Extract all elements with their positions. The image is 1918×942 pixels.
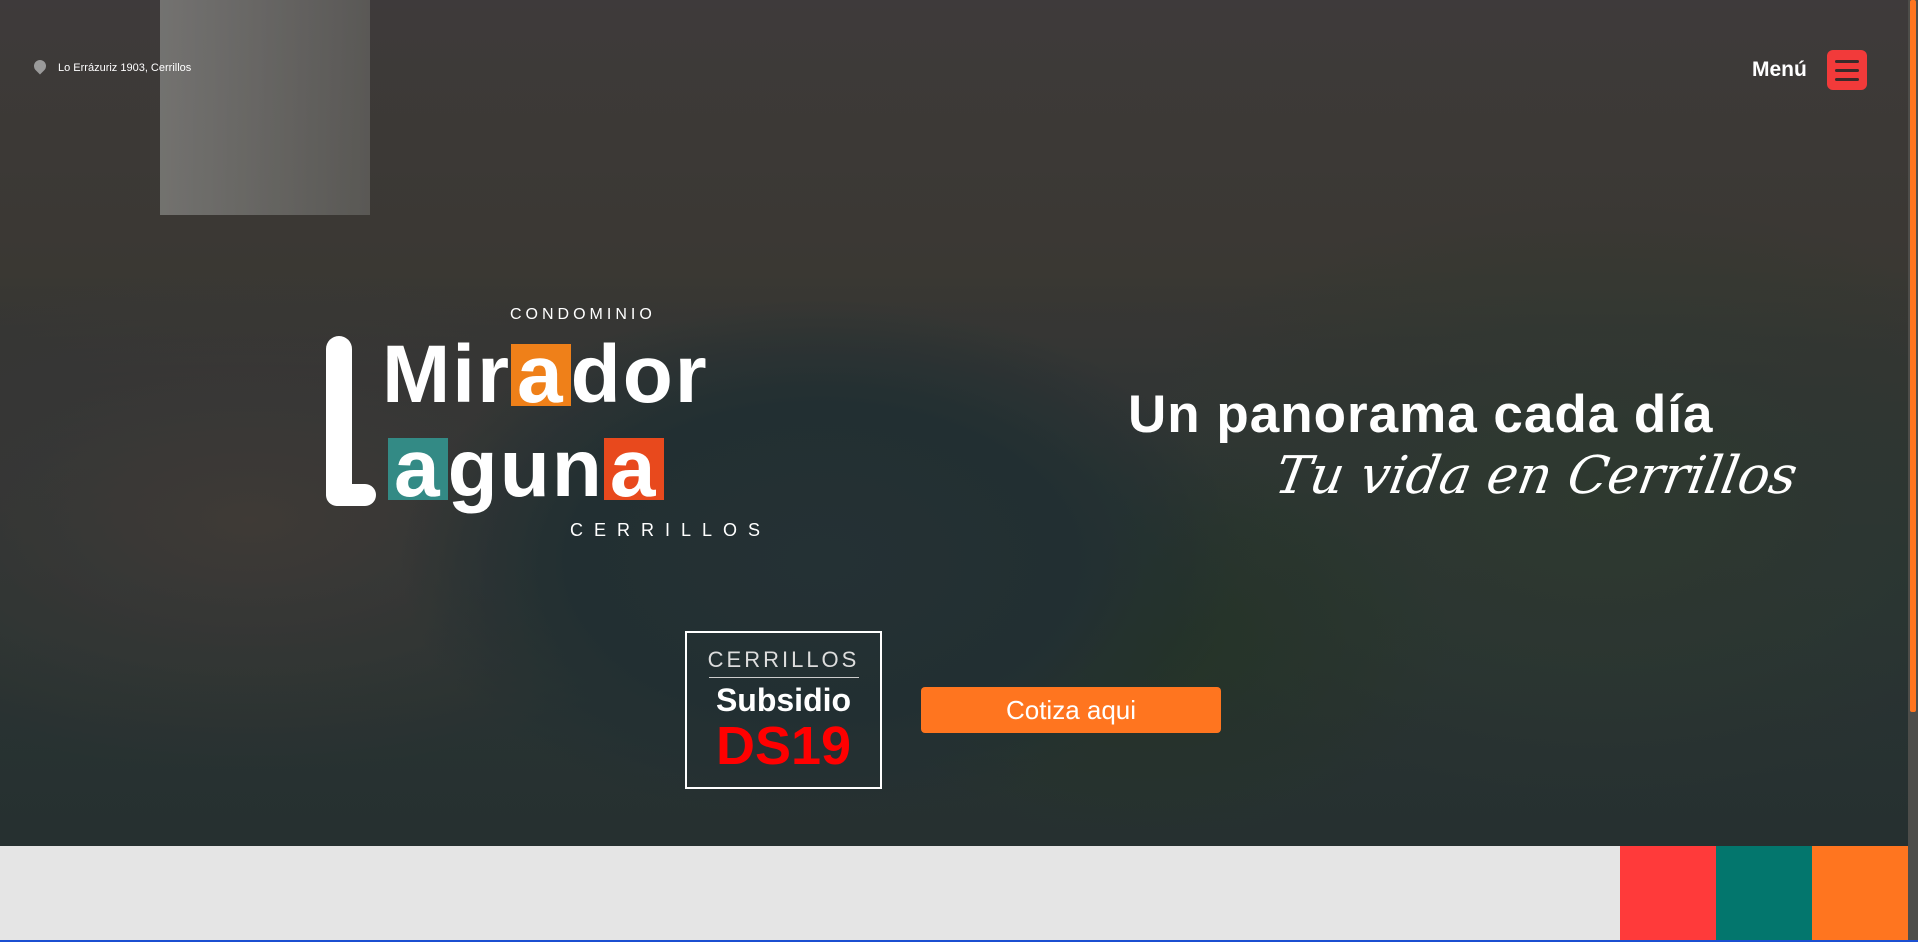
color-block-red — [1620, 846, 1716, 940]
quote-button[interactable]: Cotiza aqui — [921, 687, 1221, 733]
scrollbar-thumb[interactable] — [1910, 0, 1916, 712]
hamburger-icon[interactable] — [1826, 50, 1867, 90]
location: Lo Errázuriz 1903, Cerrillos — [34, 60, 191, 76]
tagline: Tu vida en Cerrillos — [1270, 446, 1802, 506]
logo-l-stem — [326, 336, 352, 506]
subsidy-badge: CERRILLOS Subsidio DS19 — [685, 631, 882, 789]
badge-city: CERRILLOS — [707, 647, 860, 672]
badge-subsidy: Subsidio — [715, 682, 852, 718]
menu-label[interactable]: Menú — [1752, 58, 1807, 82]
logo: CONDOMINIO Mirador aguna CERRILLOS — [322, 304, 792, 544]
color-block-teal — [1716, 846, 1812, 940]
logo-l-foot — [326, 484, 376, 506]
color-block-orange — [1812, 846, 1908, 940]
scrollbar[interactable] — [1908, 0, 1918, 940]
location-text: Lo Errázuriz 1903, Cerrillos — [58, 62, 192, 74]
logo-laguna: aguna — [388, 428, 664, 510]
logo-cerrillos: CERRILLOS — [570, 520, 772, 540]
logo-condominio: CONDOMINIO — [510, 306, 656, 323]
headline: Un panorama cada día — [1128, 385, 1714, 444]
logo-mirador: Mirador — [382, 329, 709, 420]
menu-button[interactable]: Menú — [1752, 50, 1867, 90]
badge-divider — [708, 677, 859, 678]
map-pin-icon — [34, 60, 46, 76]
badge-program: DS19 — [715, 716, 852, 776]
